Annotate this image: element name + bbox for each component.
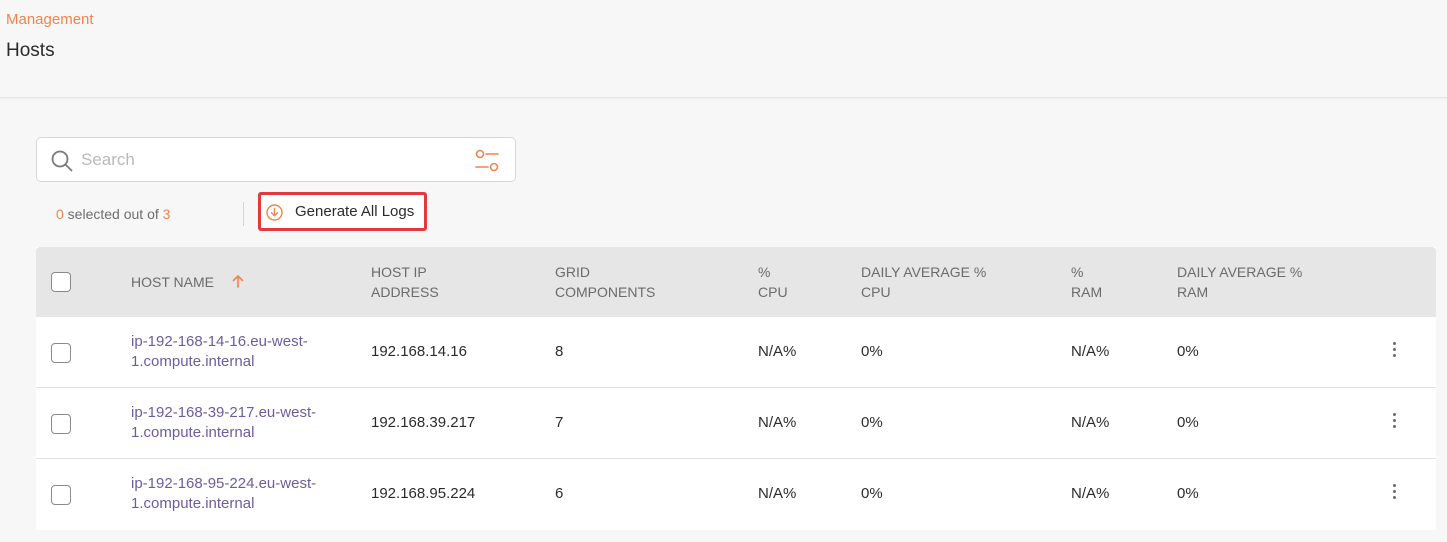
daily-ram: 0% xyxy=(1177,485,1199,502)
selection-count: 0 selected out of 3 xyxy=(56,206,170,222)
row-checkbox[interactable] xyxy=(51,343,71,363)
row-checkbox[interactable] xyxy=(51,485,71,505)
table-header: HOST NAME HOST IP ADDRESS GRID COMPONENT… xyxy=(36,247,1436,317)
grid-components: 6 xyxy=(555,485,564,502)
host-ip: 192.168.39.217 xyxy=(371,414,476,431)
page-title: Hosts xyxy=(6,40,55,61)
selected-count: 0 xyxy=(56,206,64,222)
download-circle-icon xyxy=(266,204,283,221)
column-host-ip-line1: HOST IP xyxy=(371,264,427,280)
cpu: N/A% xyxy=(758,343,797,360)
column-host-ip-line2: ADDRESS xyxy=(371,284,439,300)
table-row[interactable]: ip-192-168-14-16.eu-west- 1.compute.inte… xyxy=(36,317,1436,388)
column-daily-cpu[interactable]: DAILY AVERAGE % CPU xyxy=(861,262,986,302)
total-count: 3 xyxy=(162,206,171,222)
host-ip: 192.168.95.224 xyxy=(371,485,476,502)
column-cpu-line1: % xyxy=(758,264,771,280)
host-name-line1: ip-192-168-39-217.eu-west- xyxy=(131,404,317,421)
ram: N/A% xyxy=(1071,343,1110,360)
daily-cpu: 0% xyxy=(861,485,883,502)
row-checkbox[interactable] xyxy=(51,414,71,434)
column-cpu[interactable]: % CPU xyxy=(758,262,788,302)
selection-text: selected out of xyxy=(63,206,163,222)
column-daily-cpu-line2: CPU xyxy=(861,284,891,300)
column-daily-ram-line2: RAM xyxy=(1177,284,1209,300)
column-host-ip[interactable]: HOST IP ADDRESS xyxy=(371,262,439,302)
arrow-up-icon[interactable] xyxy=(232,274,244,288)
breadcrumb[interactable]: Management xyxy=(6,11,94,28)
host-name-link[interactable]: ip-192-168-14-16.eu-west- 1.compute.inte… xyxy=(131,332,308,372)
host-name-line2: 1.compute.internal xyxy=(131,353,255,370)
column-grid-components[interactable]: GRID COMPONENTS xyxy=(555,262,655,302)
hosts-table: HOST NAME HOST IP ADDRESS GRID COMPONENT… xyxy=(36,247,1436,530)
daily-ram: 0% xyxy=(1177,343,1199,360)
host-name-line1: ip-192-168-95-224.eu-west- xyxy=(131,475,317,492)
ram: N/A% xyxy=(1071,414,1110,431)
generate-all-logs-label: Generate All Logs xyxy=(295,203,415,220)
grid-components: 7 xyxy=(555,414,564,431)
host-name-line2: 1.compute.internal xyxy=(131,424,255,441)
host-name-line2: 1.compute.internal xyxy=(131,495,255,512)
column-daily-cpu-line1: DAILY AVERAGE % xyxy=(861,264,987,280)
column-ram[interactable]: % RAM xyxy=(1071,262,1102,302)
column-host-name[interactable]: HOST NAME xyxy=(131,272,214,292)
column-ram-line1: % xyxy=(1071,264,1084,280)
search-input[interactable] xyxy=(81,146,461,174)
column-grid-line1: GRID xyxy=(555,264,590,280)
table-row[interactable]: ip-192-168-39-217.eu-west- 1.compute.int… xyxy=(36,388,1436,459)
daily-ram: 0% xyxy=(1177,414,1199,431)
kebab-menu-icon[interactable] xyxy=(1389,342,1399,360)
host-ip: 192.168.14.16 xyxy=(371,343,467,360)
cpu: N/A% xyxy=(758,414,797,431)
host-name-line1: ip-192-168-14-16.eu-west- xyxy=(131,333,308,350)
column-grid-line2: COMPONENTS xyxy=(555,284,656,300)
host-name-link[interactable]: ip-192-168-95-224.eu-west- 1.compute.int… xyxy=(131,474,316,514)
filter-settings-icon[interactable] xyxy=(474,149,500,173)
column-daily-ram[interactable]: DAILY AVERAGE % RAM xyxy=(1177,262,1302,302)
kebab-menu-icon[interactable] xyxy=(1389,484,1399,502)
page-header: Management Hosts xyxy=(0,0,1447,98)
cpu: N/A% xyxy=(758,485,797,502)
search-box[interactable] xyxy=(36,137,516,182)
column-ram-line2: RAM xyxy=(1071,284,1103,300)
grid-components: 8 xyxy=(555,343,564,360)
table-row[interactable]: ip-192-168-95-224.eu-west- 1.compute.int… xyxy=(36,459,1436,530)
column-cpu-line2: CPU xyxy=(758,284,788,300)
select-all-checkbox[interactable] xyxy=(51,272,71,292)
kebab-menu-icon[interactable] xyxy=(1389,413,1399,431)
divider xyxy=(243,202,244,226)
host-name-link[interactable]: ip-192-168-39-217.eu-west- 1.compute.int… xyxy=(131,403,316,443)
ram: N/A% xyxy=(1071,485,1110,502)
generate-all-logs-button[interactable]: Generate All Logs xyxy=(258,192,427,231)
search-icon xyxy=(51,150,73,172)
column-daily-ram-line1: DAILY AVERAGE % xyxy=(1177,264,1303,280)
daily-cpu: 0% xyxy=(861,343,883,360)
daily-cpu: 0% xyxy=(861,414,883,431)
